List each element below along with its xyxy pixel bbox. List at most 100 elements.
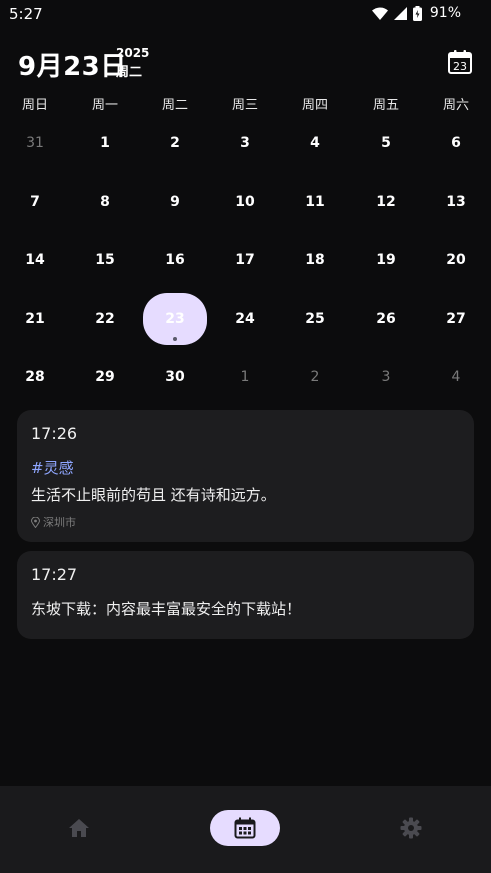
calendar-day[interactable]: 4 (283, 117, 347, 169)
signal-icon (393, 6, 407, 20)
calendar-day-number: 18 (305, 252, 325, 268)
note-location: 深圳市 (31, 514, 76, 530)
calendar-day[interactable]: 4 (424, 351, 488, 403)
note-text: 生活不止眼前的苟且 还有诗和远方。 (31, 486, 276, 504)
calendar-day-number: 17 (235, 252, 255, 268)
calendar-day-number: 31 (26, 135, 44, 151)
calendar-day[interactable]: 11 (283, 176, 347, 228)
calendar-day[interactable]: 3 (354, 351, 418, 403)
weekday-sat: 周六 (442, 98, 469, 113)
calendar-day-number: 21 (25, 310, 45, 327)
nav-calendar[interactable] (210, 810, 280, 846)
calendar-day-number: 10 (235, 193, 255, 210)
note-indicator-dot (173, 336, 177, 341)
calendar-day[interactable]: 9 (143, 176, 207, 228)
calendar-day-number: 2 (170, 135, 180, 151)
calendar-day-number: 28 (25, 369, 45, 385)
status-time: 5:27 (9, 5, 43, 23)
calendar-day-number: 11 (305, 193, 325, 210)
calendar-day[interactable]: 31 (3, 117, 67, 169)
calendar-day[interactable]: 24 (213, 293, 277, 345)
calendar-day-number: 2 (310, 369, 320, 385)
calendar-day-number: 4 (451, 369, 461, 385)
calendar-day[interactable]: 2 (143, 117, 207, 169)
calendar-day[interactable]: 6 (424, 117, 488, 169)
calendar-day[interactable]: 14 (3, 234, 67, 286)
weekday-mon: 周一 (91, 98, 118, 113)
gear-icon (400, 817, 422, 839)
note-tag[interactable]: #灵感 (31, 457, 74, 478)
calendar-day-number: 13 (446, 193, 466, 210)
calendar-day-number: 5 (381, 135, 391, 151)
calendar-day[interactable]: 17 (213, 234, 277, 286)
calendar-day-number: 15 (95, 252, 115, 268)
note-time: 17:27 (31, 565, 78, 584)
nav-home[interactable] (58, 810, 100, 846)
calendar-day[interactable]: 30 (143, 351, 207, 403)
calendar-day[interactable]: 25 (283, 293, 347, 345)
calendar-day[interactable]: 16 (143, 234, 207, 286)
calendar-day-number: 22 (95, 310, 115, 327)
status-bar: 5:27 91% (0, 0, 491, 28)
calendar-day[interactable]: 12 (354, 176, 418, 228)
note-text: 东坡下载：内容最丰富最安全的下载站！ (31, 600, 302, 618)
calendar-day-number: 12 (376, 193, 396, 210)
calendar-day-number: 3 (240, 135, 250, 151)
calendar-day[interactable]: 21 (3, 293, 67, 345)
calendar-day[interactable]: 13 (424, 176, 488, 228)
calendar-day[interactable]: 2 (283, 351, 347, 403)
calendar-day-number: 6 (451, 135, 461, 151)
calendar-day[interactable]: 19 (354, 234, 418, 286)
year-label: 2025 (116, 46, 150, 60)
weekday-sun: 周日 (21, 98, 48, 113)
calendar-day-number: 26 (376, 310, 396, 327)
calendar-today-icon: 23 (448, 50, 472, 74)
calendar-day-number: 8 (100, 193, 110, 210)
calendar-icon-day: 23 (453, 60, 467, 73)
calendar-day[interactable]: 3 (213, 117, 277, 169)
calendar-day[interactable]: 7 (3, 176, 67, 228)
note-card[interactable]: 17:26 #灵感 生活不止眼前的苟且 还有诗和远方。 深圳市 (17, 410, 474, 542)
weekday-fri: 周五 (372, 98, 399, 113)
calendar-day-number: 24 (235, 310, 255, 327)
calendar-day-number: 30 (165, 369, 185, 385)
weekday-tue: 周二 (161, 98, 188, 113)
note-location-text: 深圳市 (43, 516, 76, 529)
calendar-day[interactable]: 20 (424, 234, 488, 286)
calendar-day-number: 23 (165, 310, 185, 327)
calendar-day[interactable]: 5 (354, 117, 418, 169)
calendar-day[interactable]: 27 (424, 293, 488, 345)
calendar-day[interactable]: 1 (213, 351, 277, 403)
weekday-row: 周日 周一 周二 周三 周四 周五 周六 (0, 94, 491, 114)
calendar-day-number: 29 (95, 369, 115, 385)
weekday-thu: 周四 (301, 98, 328, 113)
note-time: 17:26 (31, 424, 78, 443)
battery-percent: 91% (429, 5, 461, 21)
calendar-day[interactable]: 10 (213, 176, 277, 228)
today-calendar-button[interactable]: 23 (446, 48, 474, 76)
calendar-icon (234, 817, 256, 839)
calendar-day-number: 9 (170, 193, 180, 210)
weekday-label: 周二 (116, 65, 143, 80)
status-icons: 91% (371, 5, 461, 21)
calendar-day[interactable]: 28 (3, 351, 67, 403)
selected-date: 9月23日 (18, 52, 127, 82)
calendar-day[interactable]: 15 (73, 234, 137, 286)
calendar-day-number: 4 (310, 135, 320, 151)
nav-settings[interactable] (390, 810, 432, 846)
calendar-day-selected[interactable]: 23 (143, 292, 207, 345)
calendar-day[interactable]: 22 (73, 293, 137, 345)
calendar-day[interactable]: 18 (283, 234, 347, 286)
calendar-day-number: 19 (376, 252, 396, 268)
wifi-icon (371, 7, 388, 20)
note-card[interactable]: 17:27 东坡下载：内容最丰富最安全的下载站！ (17, 551, 474, 639)
calendar-day-number: 25 (305, 310, 325, 327)
calendar-day[interactable]: 1 (73, 117, 137, 169)
calendar-day-number: 27 (446, 310, 466, 327)
home-icon (69, 819, 89, 837)
calendar-day[interactable]: 26 (354, 293, 418, 345)
calendar-day[interactable]: 29 (73, 351, 137, 403)
calendar-day-number: 3 (381, 369, 391, 385)
calendar-day-number: 7 (30, 193, 40, 210)
calendar-day[interactable]: 8 (73, 176, 137, 228)
